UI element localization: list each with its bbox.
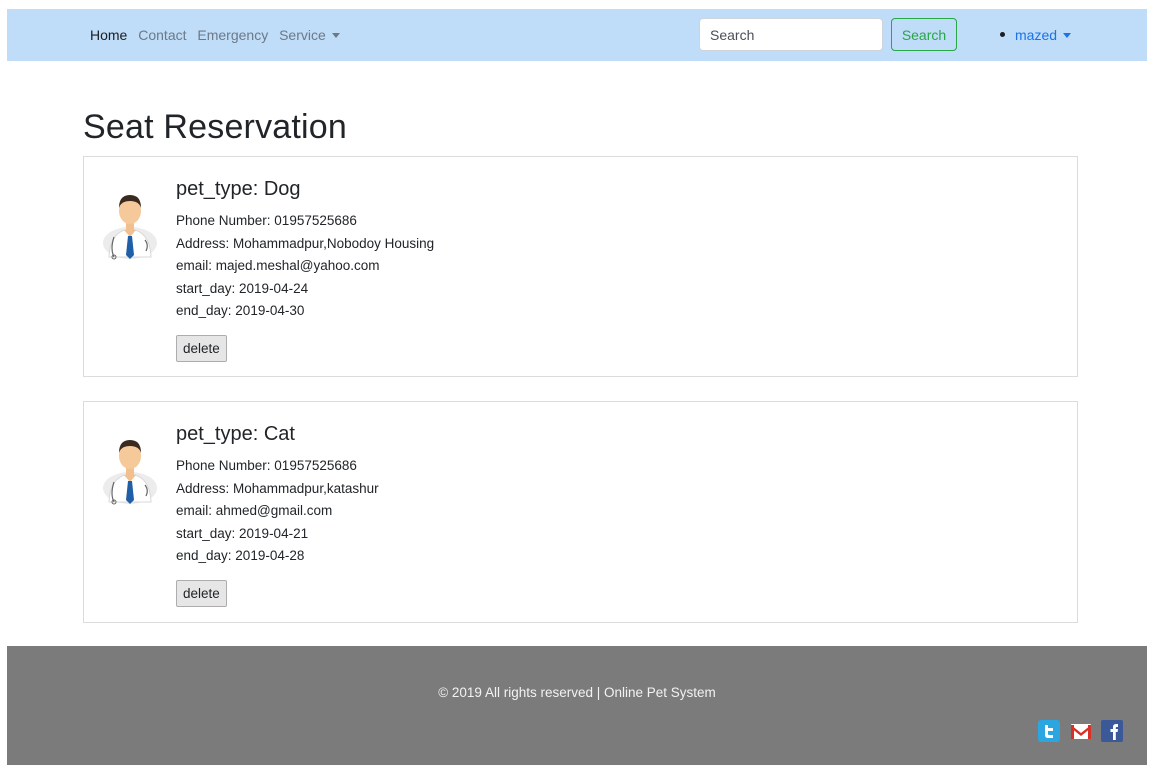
pet-type-heading: pet_type: Dog xyxy=(176,178,301,200)
delete-button[interactable]: delete xyxy=(176,579,227,607)
facebook-icon[interactable] xyxy=(1101,720,1123,742)
social-links xyxy=(1033,720,1123,742)
phone-number: Phone Number: 01957525686 xyxy=(176,458,357,473)
nav-service-dropdown[interactable]: Service xyxy=(279,27,340,43)
bullet-icon xyxy=(1000,32,1005,37)
start-day: start_day: 2019-04-24 xyxy=(176,280,309,296)
copyright-text: © 2019 All rights reserved | Online Pet … xyxy=(438,685,716,700)
reservation-details: pet_type: Cat Phone Number: 01957525686 … xyxy=(176,423,379,607)
reservation-card: pet_type: Dog Phone Number: 01957525686 … xyxy=(83,156,1078,377)
end-day: end_day: 2019-04-28 xyxy=(176,548,305,563)
chevron-down-icon xyxy=(331,33,340,38)
twitter-icon[interactable] xyxy=(1038,720,1061,742)
gmail-icon[interactable] xyxy=(1070,720,1092,742)
delete-button[interactable]: delete xyxy=(176,334,227,362)
pet-type-heading: pet_type: Cat xyxy=(176,423,295,445)
user-name: mazed xyxy=(1015,27,1058,43)
email: email: ahmed@gmail.com xyxy=(176,503,333,518)
chevron-down-icon xyxy=(1063,33,1072,38)
footer: © 2019 All rights reserved | Online Pet … xyxy=(7,646,1147,765)
start-day: start_day: 2019-04-21 xyxy=(176,525,309,541)
search-input[interactable] xyxy=(699,18,883,51)
end-day: end_day: 2019-04-30 xyxy=(176,303,305,318)
phone-number: Phone Number: 01957525686 xyxy=(176,213,357,228)
email: email: majed.meshal@yahoo.com xyxy=(176,258,380,273)
address: Address: Mohammadpur,katashur xyxy=(176,480,379,496)
doctor-avatar-icon xyxy=(103,195,157,260)
search-button[interactable]: Search xyxy=(891,18,957,51)
nav-service-label: Service xyxy=(279,27,326,43)
doctor-avatar-icon xyxy=(103,440,157,505)
page-title: Seat Reservation xyxy=(83,108,348,146)
nav-contact-link[interactable]: Contact xyxy=(138,27,186,43)
reservation-details: pet_type: Dog Phone Number: 01957525686 … xyxy=(176,178,434,362)
nav-home-link[interactable]: Home xyxy=(90,27,127,43)
user-dropdown[interactable]: mazed xyxy=(1000,27,1072,43)
address: Address: Mohammadpur,Nobodoy Housing xyxy=(176,235,435,251)
nav-emergency-link[interactable]: Emergency xyxy=(197,27,268,43)
reservation-card: pet_type: Cat Phone Number: 01957525686 … xyxy=(83,401,1078,623)
nav-links: Home Contact Emergency Service xyxy=(90,27,347,43)
top-navbar: Home Contact Emergency Service Search ma… xyxy=(7,9,1147,61)
